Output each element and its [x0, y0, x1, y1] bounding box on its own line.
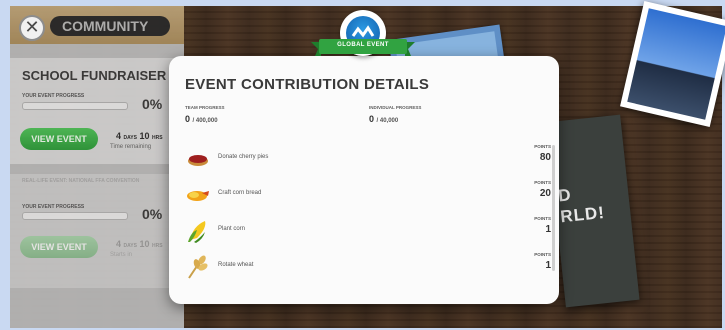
event-progress-bar: [22, 212, 128, 220]
wheat-icon: [188, 255, 208, 279]
event-time-label: Starts in: [110, 252, 133, 258]
event-contribution-modal: EVENT CONTRIBUTION DETAILS TEAM PROGRESS…: [169, 56, 559, 304]
event-card-ffa-convention: REAL-LIFE EVENT: NATIONAL FFA CONVENTION…: [10, 174, 184, 288]
app-frame: D RLD! COMMUNITY SCHOOL FUNDRAISER YOUR E…: [0, 0, 725, 330]
individual-progress-value: 0 / 40,000: [369, 114, 399, 124]
event-progress-percent: 0%: [142, 96, 163, 112]
event-time-remaining: 4 DAYS 10 HRS: [116, 131, 163, 141]
event-progress-bar: [22, 102, 128, 110]
modal-scrollbar[interactable]: [552, 145, 555, 271]
event-progress-percent: 0%: [142, 206, 163, 222]
event-progress-label: YOUR EVENT PROGRESS: [22, 93, 85, 99]
event-title: REAL-LIFE EVENT: NATIONAL FFA CONVENTION: [22, 178, 140, 184]
community-title: COMMUNITY: [50, 16, 170, 36]
global-event-label: GLOBAL EVENT: [337, 42, 389, 48]
event-progress-label: YOUR EVENT PROGRESS: [22, 204, 85, 210]
corn-bread-icon: [187, 191, 209, 201]
view-event-button[interactable]: VIEW EVENT: [20, 236, 98, 258]
task-label: Plant corn: [218, 226, 246, 232]
task-label: Rotate wheat: [218, 262, 254, 268]
task-row-rotate-wheat: Rotate wheat POINTS 1: [185, 252, 551, 282]
view-event-button[interactable]: VIEW EVENT: [20, 128, 98, 150]
event-card-school-fundraiser: SCHOOL FUNDRAISER YOUR EVENT PROGRESS 0%…: [10, 58, 184, 164]
task-label: Craft corn bread: [218, 190, 262, 196]
task-points: 1: [545, 260, 551, 271]
community-panel: COMMUNITY SCHOOL FUNDRAISER YOUR EVENT P…: [10, 6, 184, 328]
team-progress-label: TEAM PROGRESS: [185, 105, 225, 110]
task-label: Donate cherry pies: [218, 154, 269, 160]
close-button[interactable]: ✕: [19, 15, 45, 41]
team-progress-value: 0 / 400,000: [185, 114, 218, 124]
task-row-plant-corn: Plant corn POINTS 1: [185, 216, 551, 246]
task-row-craft-corn-bread: Craft corn bread POINTS 20: [185, 180, 551, 210]
solar-panel-image: [627, 8, 725, 120]
event-time-label: Time remaining: [110, 144, 152, 150]
event-time-remaining: 4 DAYS 10 HRS: [116, 239, 163, 249]
task-points: 20: [539, 188, 551, 199]
poster-text: D RLD!: [557, 185, 606, 227]
global-event-ribbon: [311, 39, 415, 56]
task-points-label: POINTS: [534, 144, 551, 149]
task-points: 80: [539, 152, 551, 163]
task-row-donate-cherry-pies: Donate cherry pies POINTS 80: [185, 144, 551, 174]
task-points-label: POINTS: [534, 180, 551, 185]
modal-title: EVENT CONTRIBUTION DETAILS: [185, 76, 430, 93]
individual-progress-label: INDIVIDUAL PROGRESS: [369, 105, 422, 110]
corn-icon: [188, 221, 206, 243]
task-points-label: POINTS: [534, 216, 551, 221]
close-icon: ✕: [24, 17, 40, 37]
task-points-label: POINTS: [534, 252, 551, 257]
cherry-pie-icon: [188, 155, 208, 166]
task-points: 1: [545, 224, 551, 235]
event-title: SCHOOL FUNDRAISER: [22, 68, 167, 83]
